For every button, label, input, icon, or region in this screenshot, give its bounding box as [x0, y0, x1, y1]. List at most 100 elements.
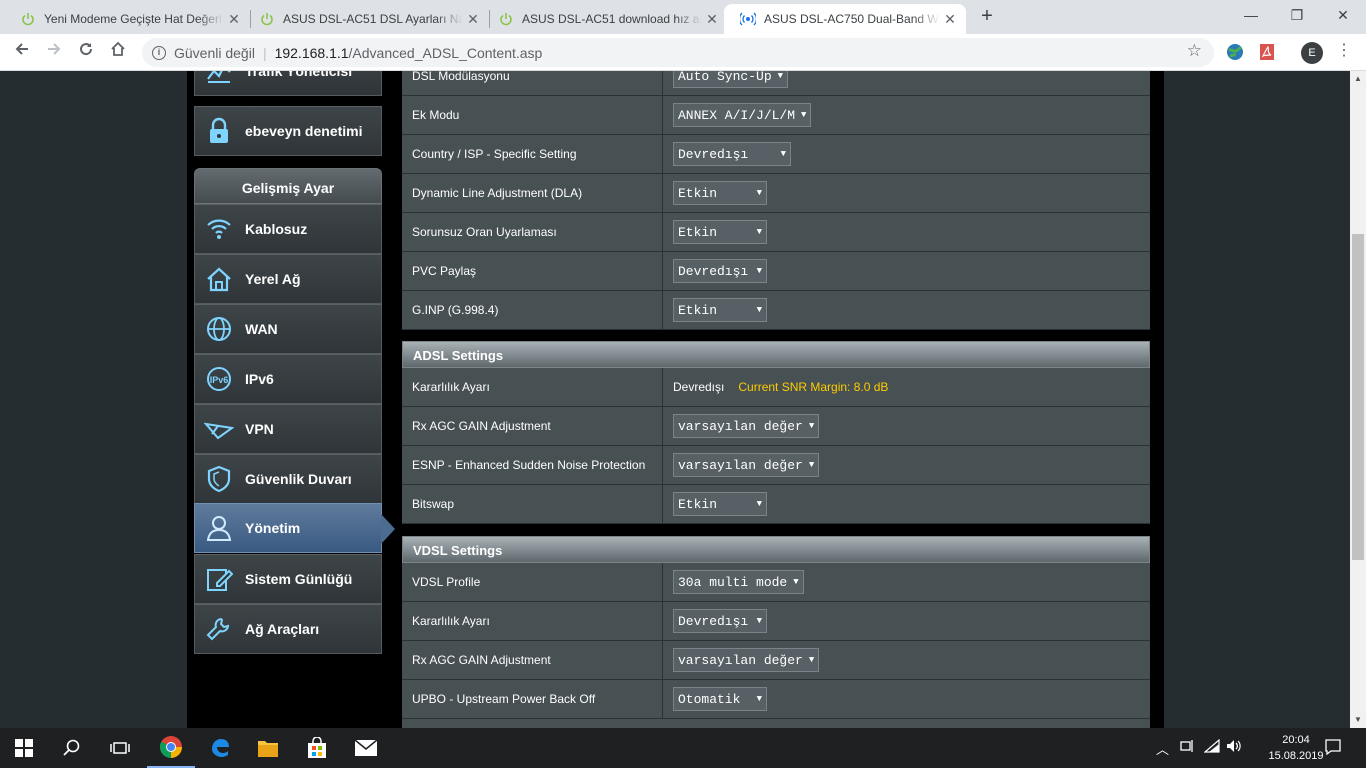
- sidebar-item-vpn[interactable]: VPN: [194, 404, 382, 454]
- esnp-select[interactable]: varsayılan değer ▼: [673, 453, 820, 477]
- dropdown-caret-icon: ▼: [756, 188, 762, 198]
- bitswap-select[interactable]: Etkin ▼: [673, 492, 767, 516]
- setting-label: Kararlılık Ayarı: [402, 368, 663, 406]
- system-clock[interactable]: 20:04 15.08.2019: [1268, 732, 1324, 764]
- edge-icon[interactable]: [196, 728, 244, 768]
- back-arrow-icon[interactable]: [9, 39, 35, 65]
- url-path: /Advanced_ADSL_Content.asp: [348, 44, 543, 61]
- sidebar-item-parental-control[interactable]: ebeveyn denetimi: [194, 106, 382, 156]
- setting-label: Rx AGC GAIN Adjustment: [402, 641, 663, 679]
- sidebar-item-label: Trafik Yöneticisi: [245, 71, 353, 79]
- extension-globe-icon[interactable]: [1225, 42, 1245, 62]
- store-icon[interactable]: [293, 728, 341, 768]
- forward-arrow-icon[interactable]: [41, 39, 67, 65]
- dropdown-caret-icon: ▼: [808, 421, 815, 431]
- tab-title: ASUS DSL-AC51 download hız aş: [522, 12, 702, 26]
- sidebar-item-firewall[interactable]: Güvenlik Duvarı: [194, 454, 382, 504]
- tab-close-icon[interactable]: ✕: [702, 11, 722, 28]
- dropdown-caret-icon: ▼: [808, 460, 815, 470]
- sidebar-item-label: WAN: [245, 321, 278, 337]
- chrome-icon[interactable]: [147, 728, 195, 768]
- dropdown-caret-icon: ▼: [793, 577, 799, 587]
- restore-button[interactable]: ❐: [1274, 0, 1320, 30]
- upbo-select[interactable]: Otomatik ▼: [673, 687, 767, 711]
- wifi-status-icon[interactable]: [1203, 738, 1220, 756]
- pvc-share-select[interactable]: Devredışı ▼: [673, 259, 767, 283]
- vdsl-profile-select[interactable]: 30a multi mode ▼: [673, 570, 804, 594]
- sidebar-item-wan[interactable]: WAN: [194, 304, 382, 354]
- sidebar-item-label: Yönetim: [245, 520, 301, 536]
- tab-close-icon[interactable]: ✕: [463, 11, 483, 28]
- settings-row: Rx AGC GAIN Adjustment varsayılan değer ▼: [402, 407, 1150, 446]
- sidebar-item-label: Güvenlik Duvarı: [245, 471, 352, 487]
- notifications-icon[interactable]: [1325, 739, 1341, 758]
- settings-row: DSL Modülasyonu Auto Sync-Up ▼: [402, 71, 1150, 96]
- address-bar[interactable]: i Güvenli değil | 192.168.1.1/Advanced_A…: [142, 38, 1214, 67]
- settings-row: [402, 719, 1150, 728]
- setting-label: PVC Paylaş: [402, 252, 663, 290]
- shield-icon: [204, 464, 234, 494]
- tab-close-icon[interactable]: ✕: [940, 11, 960, 28]
- network-icon[interactable]: [1180, 739, 1196, 756]
- chevron-up-icon[interactable]: ︿: [1156, 739, 1169, 758]
- sra-select[interactable]: Etkin ▼: [673, 220, 767, 244]
- dropdown-caret-icon: ▼: [780, 149, 786, 159]
- clock-time: 20:04: [1282, 734, 1310, 746]
- wrench-icon: [204, 614, 234, 644]
- tab-1[interactable]: Yeni Modeme Geçişte Hat Değerl ✕: [4, 4, 250, 34]
- dropdown-caret-icon: ▼: [777, 71, 784, 81]
- extension-pdf-icon[interactable]: [1257, 42, 1277, 62]
- volume-icon[interactable]: [1226, 739, 1242, 756]
- scrollbar-thumb[interactable]: [1352, 234, 1364, 560]
- sidebar-item-label: Kablosuz: [245, 221, 308, 237]
- sidebar-item-wireless[interactable]: Kablosuz: [194, 204, 382, 254]
- tab-close-icon[interactable]: ✕: [224, 11, 244, 28]
- minimize-button[interactable]: —: [1228, 0, 1274, 30]
- annex-mode-select[interactable]: ANNEX A/I/J/L/M ▼: [673, 103, 812, 127]
- more-menu-icon[interactable]: ⋮: [1336, 42, 1352, 60]
- file-explorer-icon[interactable]: [244, 728, 292, 768]
- sidebar-item-traffic-manager[interactable]: Trafik Yöneticisi: [194, 71, 382, 96]
- task-view-icon[interactable]: [96, 728, 144, 768]
- sidebar-item-label: Sistem Günlüğü: [245, 571, 353, 587]
- profile-avatar[interactable]: E: [1301, 42, 1323, 64]
- bookmark-star-icon[interactable]: ☆: [1187, 41, 1202, 61]
- vdsl-stability-select[interactable]: Devredışı ▼: [673, 609, 767, 633]
- dla-select[interactable]: Etkin ▼: [673, 181, 767, 205]
- sidebar-item-ipv6[interactable]: IPv6 IPv6: [194, 354, 382, 404]
- tab-3[interactable]: ASUS DSL-AC51 download hız aş ✕: [482, 4, 728, 34]
- setting-label: Bitswap: [402, 485, 663, 523]
- sidebar-item-lan[interactable]: Yerel Ağ: [194, 254, 382, 304]
- tab-title: Yeni Modeme Geçişte Hat Değerl: [44, 12, 222, 26]
- search-icon[interactable]: [48, 728, 96, 768]
- country-isp-select[interactable]: Devredışı ▼: [673, 142, 791, 166]
- dsl-modulation-select[interactable]: Auto Sync-Up ▼: [673, 71, 789, 88]
- vdsl-rx-agc-select[interactable]: varsayılan değer ▼: [673, 648, 820, 672]
- dropdown-caret-icon: ▼: [801, 110, 807, 120]
- select-value: ANNEX A/I/J/L/M: [678, 107, 796, 123]
- home-icon[interactable]: [105, 39, 131, 65]
- setting-label: Rx AGC GAIN Adjustment: [402, 407, 663, 445]
- new-tab-button[interactable]: +: [976, 6, 998, 28]
- info-icon[interactable]: i: [152, 45, 166, 60]
- ginp-select[interactable]: Etkin ▼: [673, 298, 767, 322]
- sidebar-item-network-tools[interactable]: Ağ Araçları: [194, 604, 382, 654]
- windows-start-icon[interactable]: [0, 728, 48, 768]
- scroll-down-arrow-icon[interactable]: ▼: [1350, 712, 1366, 728]
- tab-title: ASUS DSL-AC750 Dual-Band Wir: [764, 12, 940, 26]
- select-value: varsayılan değer: [678, 418, 803, 434]
- tab-2[interactable]: ASUS DSL-AC51 DSL Ayarları Nas ✕: [243, 4, 489, 34]
- adsl-rx-agc-select[interactable]: varsayılan değer ▼: [673, 414, 820, 438]
- mail-icon[interactable]: [342, 728, 390, 768]
- tab-4-active[interactable]: ASUS DSL-AC750 Dual-Band Wir ✕: [724, 4, 966, 34]
- close-window-button[interactable]: ✕: [1320, 0, 1366, 30]
- reload-icon[interactable]: [73, 39, 99, 65]
- scroll-up-arrow-icon[interactable]: ▲: [1350, 71, 1366, 87]
- setting-label: DSL Modülasyonu: [402, 71, 663, 95]
- vpn-icon: [204, 414, 234, 444]
- select-value: Devredışı: [678, 263, 749, 279]
- setting-label: VDSL Profile: [402, 563, 663, 601]
- page-scrollbar[interactable]: ▲ ▼: [1350, 71, 1366, 728]
- sidebar-item-system-log[interactable]: Sistem Günlüğü: [194, 554, 382, 604]
- sidebar-item-administration[interactable]: Yönetim: [194, 503, 395, 553]
